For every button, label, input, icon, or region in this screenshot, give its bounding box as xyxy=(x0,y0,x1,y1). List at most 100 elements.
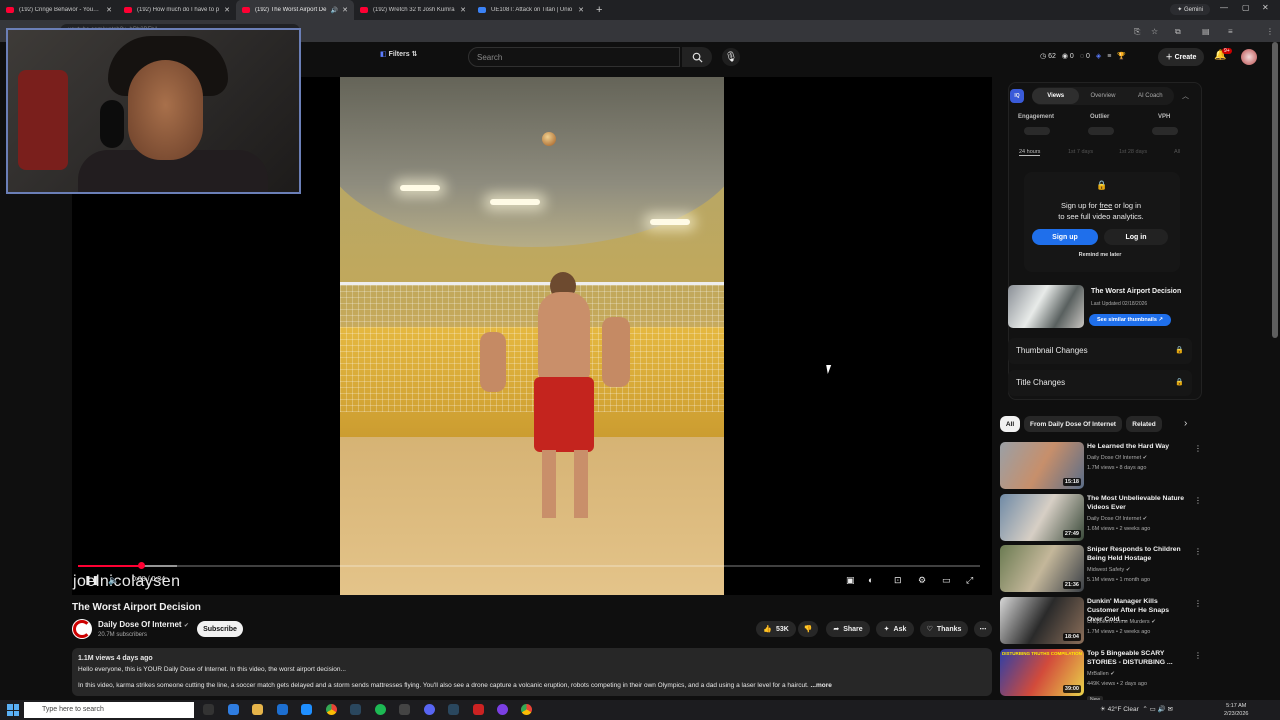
channel-name[interactable]: MrBallen ✔ xyxy=(1087,671,1115,677)
range-all[interactable]: All xyxy=(1174,149,1180,155)
trophy-icon[interactable]: 🏆 xyxy=(1117,52,1126,60)
edge-icon[interactable] xyxy=(301,704,312,715)
browser-tab[interactable]: UE108T: Attack on Titan | Unio ✕ xyxy=(472,0,590,20)
see-similar-thumbnails-button[interactable]: See similar thumbnails ↗ xyxy=(1089,314,1171,326)
close-tab-icon[interactable]: ✕ xyxy=(460,6,466,14)
more-options-icon[interactable]: ⋮ xyxy=(1194,444,1202,453)
more-options-icon[interactable]: ⋮ xyxy=(1194,496,1202,505)
progress-scrubber[interactable] xyxy=(138,562,145,569)
video-thumbnail[interactable]: 27:49 xyxy=(1000,494,1084,541)
close-tab-icon[interactable]: ✕ xyxy=(578,6,584,14)
captions-icon[interactable]: ⊡ xyxy=(894,575,902,586)
system-tray[interactable]: ☀ 42°F Clear ⌃ ▭ 🔊 ✉ xyxy=(1100,705,1173,713)
recommended-video[interactable]: 27:49 The Most Unbelievable Nature Videos… xyxy=(1000,494,1202,544)
steam-icon[interactable] xyxy=(448,704,459,715)
install-icon[interactable]: ⎘ xyxy=(1134,27,1140,37)
close-tab-icon[interactable]: ✕ xyxy=(342,6,348,14)
recommended-video[interactable]: DISTURBING TRUTHS COMPILATION 39:00 Top 5 … xyxy=(1000,649,1202,704)
close-tab-icon[interactable]: ✕ xyxy=(224,6,230,14)
extensions-icon[interactable]: ⧉ xyxy=(1175,27,1181,37)
ask-button[interactable]: ✦ Ask xyxy=(876,621,914,637)
browser-tab[interactable]: (192) Wretch 32 ft Josh Kumra ✕ xyxy=(354,0,472,20)
task-view-icon[interactable] xyxy=(203,704,214,715)
page-scrollbar[interactable] xyxy=(1272,42,1278,338)
miniplayer-icon[interactable]: ▭ xyxy=(942,575,951,586)
recommended-video[interactable]: 18:04 Dunkin' Manager Kills Customer Afte… xyxy=(1000,597,1202,647)
video-title[interactable]: The Most Unbelievable Nature Videos Ever xyxy=(1087,494,1185,512)
app-icon[interactable] xyxy=(228,704,239,715)
browser-tab[interactable]: (192) How much do I have to p ✕ xyxy=(118,0,236,20)
search-button[interactable] xyxy=(682,47,712,67)
vidiq-stats-bar[interactable]: ◷ 62 ◉ 0 ◌ 0 ◈ ≡ 🏆 xyxy=(1040,52,1126,61)
minimize-icon[interactable]: — xyxy=(1220,3,1228,12)
like-button[interactable]: 👍 53K xyxy=(756,621,796,637)
bookmark-star-icon[interactable]: ☆ xyxy=(1151,27,1158,36)
dislike-button[interactable]: 👎 xyxy=(798,621,818,637)
chip-all[interactable]: All xyxy=(1000,416,1020,432)
new-tab-button[interactable]: + xyxy=(596,4,602,16)
video-thumbnail[interactable]: 21:36 xyxy=(1000,545,1084,592)
channel-name[interactable]: Daily Dose Of Internet ✔ xyxy=(98,620,189,629)
volume-icon[interactable]: 🔈 xyxy=(108,575,119,586)
browser-tab[interactable]: (192) Cringe Behavior - YouTube ✕ xyxy=(0,0,118,20)
range-28-days[interactable]: 1st 28 days xyxy=(1119,149,1147,155)
speaker-icon[interactable]: 🔊 xyxy=(331,7,338,14)
taskbar-search-input[interactable]: Type here to search xyxy=(24,702,194,718)
create-button[interactable]: ＋ Create xyxy=(1158,48,1204,66)
progress-bar[interactable] xyxy=(78,565,980,567)
range-7-days[interactable]: 1st 7 days xyxy=(1068,149,1093,155)
more-options-icon[interactable]: ⋮ xyxy=(1194,651,1202,660)
description-box[interactable]: 1.1M views 4 days ago Hello everyone, th… xyxy=(72,648,992,696)
maximize-icon[interactable]: ▢ xyxy=(1242,3,1250,12)
search-input[interactable]: Search xyxy=(468,47,680,67)
app-icon[interactable] xyxy=(473,704,484,715)
close-tab-icon[interactable]: ✕ xyxy=(106,6,112,14)
more-options-icon[interactable]: ⋮ xyxy=(1194,547,1202,556)
range-24-hours[interactable]: 24 hours xyxy=(1019,149,1041,156)
windows-start-icon[interactable] xyxy=(7,704,19,716)
tab-overview[interactable]: Overview xyxy=(1079,93,1126,99)
channel-name[interactable]: Daily Dose Of Internet ✔ xyxy=(1087,455,1147,461)
video-frame[interactable] xyxy=(340,77,724,595)
channel-name[interactable]: Unspoken Crime Murders ✔ xyxy=(1087,619,1156,625)
steam-icon[interactable] xyxy=(350,704,361,715)
close-window-icon[interactable]: ✕ xyxy=(1262,3,1269,12)
video-title[interactable]: Sniper Responds to Children Being Held H… xyxy=(1087,545,1185,563)
obs-icon[interactable] xyxy=(497,704,508,715)
channel-name[interactable]: Daily Dose Of Internet ✔ xyxy=(1087,516,1147,522)
spotify-icon[interactable] xyxy=(375,704,386,715)
more-options-icon[interactable]: ⋮ xyxy=(1194,599,1202,608)
gemini-button[interactable]: ✦ Gemini xyxy=(1170,4,1210,15)
video-title[interactable]: Top 5 Bingeable SCARY STORIES - DISTURBI… xyxy=(1087,649,1185,667)
menu-dots-icon[interactable]: ⋮ xyxy=(1266,27,1274,36)
tab-ai-coach[interactable]: AI Coach xyxy=(1127,93,1174,99)
video-thumbnail[interactable]: 15:18 xyxy=(1000,442,1084,489)
filters-button[interactable]: ◧ Filters ⇅ xyxy=(380,50,417,58)
list-icon[interactable]: ≡ xyxy=(1107,53,1111,60)
chrome-active-icon[interactable] xyxy=(521,704,532,715)
video-thumbnail[interactable]: 18:04 xyxy=(1000,597,1084,644)
video-thumbnail[interactable]: DISTURBING TRUTHS COMPILATION 39:00 xyxy=(1000,649,1084,696)
mail-icon[interactable] xyxy=(277,704,288,715)
sidepanel-icon[interactable]: ▤ xyxy=(1202,27,1210,36)
app-icon[interactable] xyxy=(399,704,410,715)
video-title[interactable]: He Learned the Hard Way xyxy=(1087,442,1185,451)
vidiq-player-icon[interactable]: ▣ xyxy=(846,575,855,586)
thanks-button[interactable]: ♡ Thanks xyxy=(920,621,968,637)
thumbnail-changes-row[interactable]: Thumbnail Changes 🔒 xyxy=(1008,338,1192,364)
taskbar-clock[interactable]: 5:17 AM 2/23/2026 xyxy=(1224,702,1248,718)
collapse-chevron-icon[interactable]: ︿ xyxy=(1182,91,1189,101)
user-avatar[interactable] xyxy=(1241,49,1257,65)
vidiq-icon[interactable]: ◈ xyxy=(1096,52,1101,60)
recommended-video[interactable]: 21:36 Sniper Responds to Children Being H… xyxy=(1000,545,1202,595)
more-actions-button[interactable]: ⋯ xyxy=(974,621,992,637)
signup-button[interactable]: Sign up xyxy=(1032,229,1098,245)
autoplay-toggle-icon[interactable]: ◐ xyxy=(868,575,873,585)
login-button[interactable]: Log in xyxy=(1104,229,1168,245)
file-explorer-icon[interactable] xyxy=(252,704,263,715)
pause-icon[interactable]: ❚❚ xyxy=(84,575,99,586)
tab-views[interactable]: Views xyxy=(1032,88,1080,104)
recommended-video[interactable]: 15:18 He Learned the Hard Way Daily Dose O… xyxy=(1000,442,1202,492)
browser-tab-active[interactable]: (192) The Worst Airport De 🔊 ✕ xyxy=(236,0,354,20)
remind-later-link[interactable]: Remind me later xyxy=(1062,252,1138,258)
